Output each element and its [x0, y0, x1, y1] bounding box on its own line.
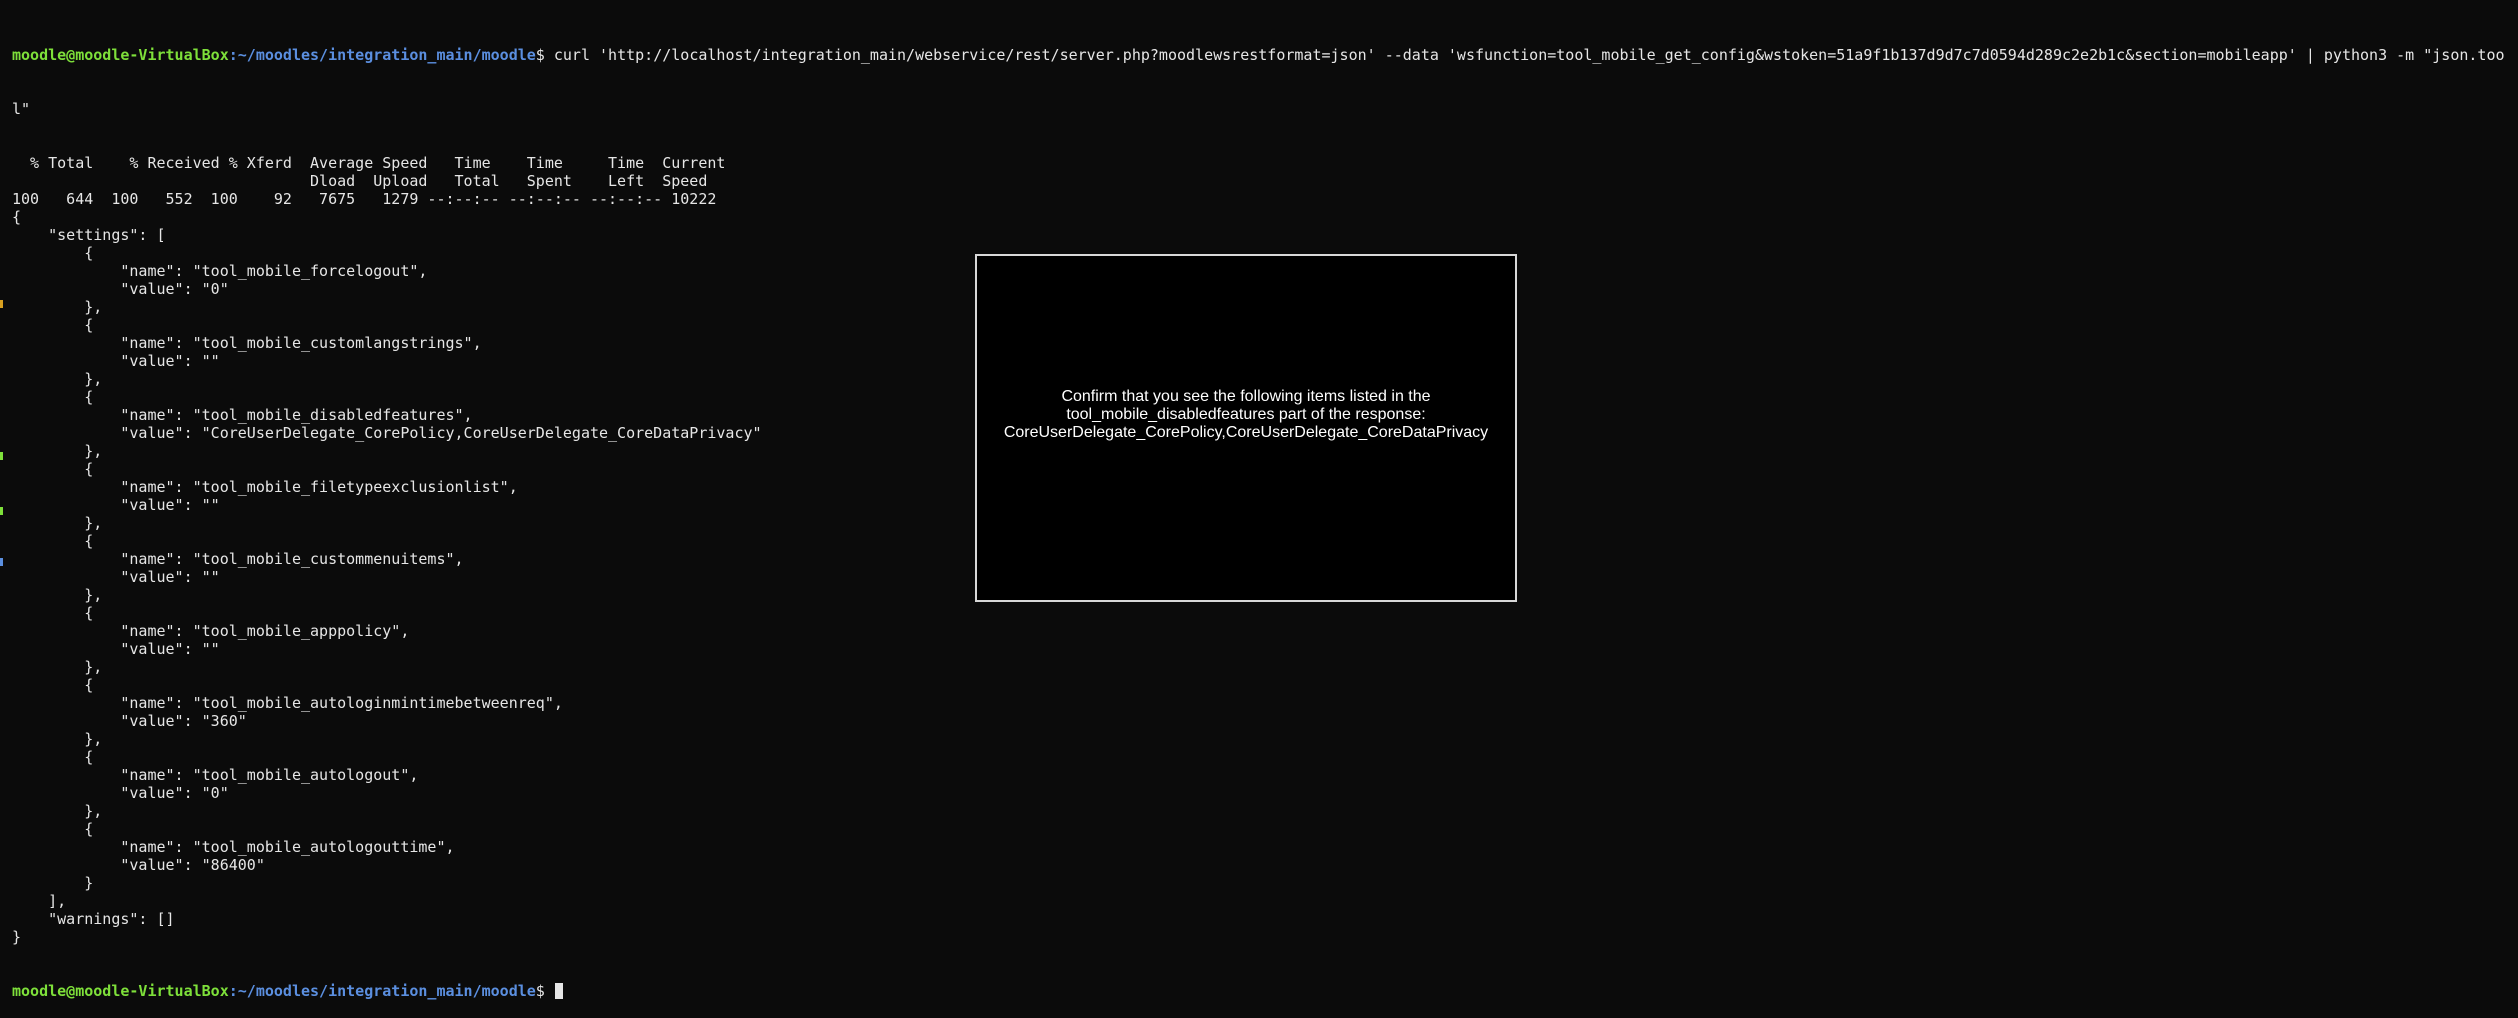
- output-line: "settings": [: [12, 226, 166, 244]
- output-line: {: [12, 748, 94, 766]
- prompt-user-host: moodle@moodle-VirtualBox: [12, 46, 229, 64]
- prompt-symbol: $: [535, 46, 554, 64]
- text-cursor: [554, 983, 563, 999]
- output-line: "value": "86400": [12, 856, 265, 874]
- output-line: {: [12, 676, 94, 694]
- output-line: "warnings": []: [12, 910, 175, 928]
- prompt-path: :~/moodles/integration_main/moodle: [228, 46, 536, 64]
- output-line: % Total % Received % Xferd Average Speed…: [12, 154, 726, 172]
- output-line: "name": "tool_mobile_autologinmintimebet…: [12, 694, 563, 712]
- output-line: },: [12, 658, 103, 676]
- output-line: {: [12, 604, 94, 622]
- output-line: },: [12, 802, 103, 820]
- output-line: "name": "tool_mobile_autologouttime",: [12, 838, 455, 856]
- prompt-path: :~/moodles/integration_main/moodle: [228, 982, 536, 1000]
- dialog-message: Confirm that you see the following items…: [1003, 388, 1489, 441]
- edge-indicator: [0, 558, 3, 566]
- final-prompt-line[interactable]: moodle@moodle-VirtualBox:~/moodles/integ…: [12, 982, 2502, 1000]
- output-line: {: [12, 208, 22, 226]
- output-line: {: [12, 820, 94, 838]
- output-line: }: [12, 874, 94, 892]
- edge-indicator: [0, 452, 3, 460]
- output-line: },: [12, 730, 103, 748]
- command-line-wrap: l": [12, 100, 31, 118]
- output-line: "value": "": [12, 640, 220, 658]
- output-line: ],: [12, 892, 67, 910]
- edge-indicator: [0, 507, 3, 515]
- output-line: 100 644 100 552 100 92 7675 1279 --:--:-…: [12, 190, 717, 208]
- prompt-user-host: moodle@moodle-VirtualBox: [12, 982, 229, 1000]
- output-line: Dload Upload Total Spent Left Speed: [12, 172, 708, 190]
- command-line: moodle@moodle-VirtualBox:~/moodles/integ…: [12, 46, 2505, 64]
- edge-indicator: [0, 300, 3, 308]
- output-line: "name": "tool_mobile_apppolicy",: [12, 622, 410, 640]
- command-text: curl 'http://localhost/integration_main/…: [553, 46, 2505, 64]
- output-line: "value": "360": [12, 712, 247, 730]
- output-line: "value": "0": [12, 784, 229, 802]
- output-line: "name": "tool_mobile_autologout",: [12, 766, 419, 784]
- output-line: }: [12, 928, 22, 946]
- confirmation-dialog: Confirm that you see the following items…: [975, 254, 1517, 602]
- prompt-symbol: $: [535, 982, 554, 1000]
